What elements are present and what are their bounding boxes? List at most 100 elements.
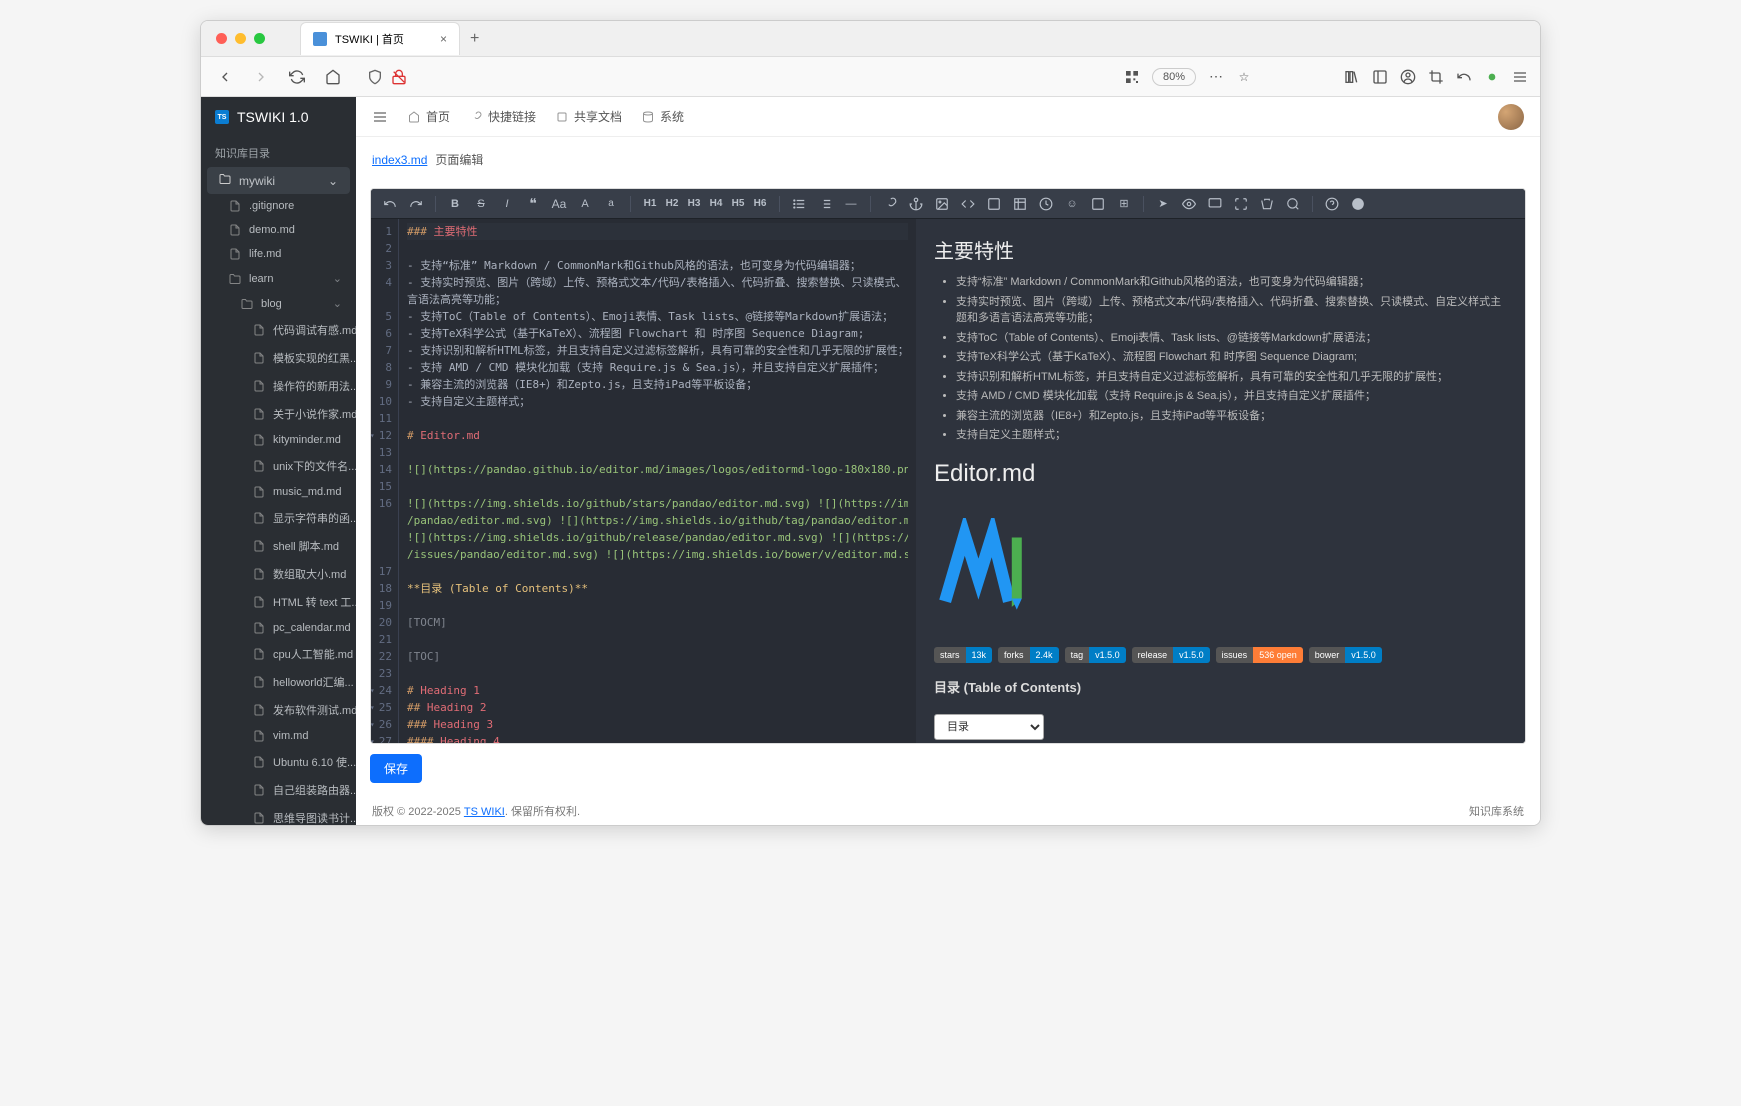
lock-icon[interactable] bbox=[391, 69, 407, 85]
code-line[interactable]: - 支持“标准” Markdown / CommonMark和Github风格的… bbox=[407, 257, 908, 274]
pagebreak-button[interactable]: ⊞ bbox=[1113, 193, 1135, 215]
tree-file[interactable]: 自己组装路由器... bbox=[201, 776, 356, 804]
code-line[interactable]: ### Heading 3 bbox=[407, 716, 908, 733]
heading-h6-button[interactable]: H6 bbox=[749, 193, 771, 215]
info-button[interactable] bbox=[1347, 193, 1369, 215]
code-line[interactable]: /issues/pandao/editor.md.svg) ![](https:… bbox=[407, 546, 908, 563]
code-line[interactable]: 言语法高亮等功能； bbox=[407, 291, 908, 308]
qr-icon[interactable] bbox=[1124, 69, 1140, 85]
breadcrumb-file-link[interactable]: index3.md bbox=[372, 153, 427, 167]
link-button[interactable] bbox=[879, 193, 901, 215]
tree-file[interactable]: 模板实现的红黑... bbox=[201, 344, 356, 372]
heading-h1-button[interactable]: H1 bbox=[639, 193, 661, 215]
search-button[interactable] bbox=[1282, 193, 1304, 215]
tree-file[interactable]: 操作符的新用法... bbox=[201, 372, 356, 400]
browser-tab[interactable]: TSWIKI | 首页 × bbox=[300, 22, 460, 55]
bookmark-icon[interactable]: ☆ bbox=[1236, 69, 1252, 85]
italic-button[interactable]: I bbox=[496, 193, 518, 215]
sidebar-icon[interactable] bbox=[1372, 69, 1388, 85]
quote-button[interactable]: ❝ bbox=[522, 193, 544, 215]
code-line[interactable]: ## Heading 2 bbox=[407, 699, 908, 716]
code-line[interactable]: ![](https://img.shields.io/github/releas… bbox=[407, 529, 908, 546]
nav-quicklink[interactable]: 快捷链接 bbox=[470, 108, 536, 125]
more-icon[interactable]: ⋯ bbox=[1208, 69, 1224, 85]
clear-button[interactable] bbox=[1256, 193, 1278, 215]
code-line[interactable]: - 支持识别和解析HTML标签，并且支持自定义过滤标签解析，具有可靠的安全性和几… bbox=[407, 342, 908, 359]
ul-button[interactable] bbox=[788, 193, 810, 215]
code-line[interactable]: - 支持自定义主题样式； bbox=[407, 393, 908, 410]
maximize-window-button[interactable] bbox=[254, 33, 265, 44]
code-line[interactable] bbox=[407, 563, 908, 580]
image-button[interactable] bbox=[931, 193, 953, 215]
nav-home[interactable]: 首页 bbox=[408, 108, 450, 125]
code-line[interactable]: /pandao/editor.md.svg) ![](https://img.s… bbox=[407, 512, 908, 529]
shield-icon[interactable] bbox=[367, 69, 383, 85]
anchor-button[interactable] bbox=[905, 193, 927, 215]
datetime-button[interactable] bbox=[1035, 193, 1057, 215]
heading-h4-button[interactable]: H4 bbox=[705, 193, 727, 215]
tree-folder[interactable]: learn⌄ bbox=[201, 266, 356, 291]
table-button[interactable] bbox=[1009, 193, 1031, 215]
tree-file[interactable]: 发布软件测试.md bbox=[201, 696, 356, 724]
code-line[interactable] bbox=[407, 444, 908, 461]
tree-file[interactable]: HTML 转 text 工... bbox=[201, 588, 356, 616]
code-line[interactable] bbox=[407, 240, 908, 257]
hamburger-icon[interactable] bbox=[372, 109, 388, 125]
code-line[interactable]: **目录 (Table of Contents)** bbox=[407, 580, 908, 597]
code-editor-pane[interactable]: 1234567891011▾121314151617181920212223▾2… bbox=[371, 219, 916, 743]
url-bar[interactable] bbox=[357, 63, 1112, 91]
extension-icon[interactable] bbox=[1484, 69, 1500, 85]
tree-file[interactable]: helloworld汇编... bbox=[201, 668, 356, 696]
help-button[interactable] bbox=[1321, 193, 1343, 215]
zoom-level[interactable]: 80% bbox=[1152, 68, 1196, 86]
lowercase-button[interactable]: a bbox=[600, 193, 622, 215]
tab-close-icon[interactable]: × bbox=[440, 32, 447, 46]
undo-button[interactable] bbox=[379, 193, 401, 215]
code-line[interactable] bbox=[407, 410, 908, 427]
close-window-button[interactable] bbox=[216, 33, 227, 44]
nav-share[interactable]: 共享文档 bbox=[556, 108, 622, 125]
account-icon[interactable] bbox=[1400, 69, 1416, 85]
watch-button[interactable] bbox=[1178, 193, 1200, 215]
new-tab-button[interactable]: + bbox=[470, 30, 479, 48]
nav-system[interactable]: 系统 bbox=[642, 108, 684, 125]
reload-button[interactable] bbox=[285, 65, 309, 89]
tree-file[interactable]: vim.md bbox=[201, 724, 356, 748]
forward-button[interactable] bbox=[249, 65, 273, 89]
code-line[interactable]: # Editor.md bbox=[407, 427, 908, 444]
tree-file[interactable]: cpu人工智能.md bbox=[201, 640, 356, 668]
menu-icon[interactable] bbox=[1512, 69, 1528, 85]
heading-h5-button[interactable]: H5 bbox=[727, 193, 749, 215]
crop-icon[interactable] bbox=[1428, 69, 1444, 85]
emoji-button[interactable]: ☺ bbox=[1061, 193, 1083, 215]
codeblock-button[interactable] bbox=[983, 193, 1005, 215]
library-icon[interactable] bbox=[1344, 69, 1360, 85]
code-line[interactable]: - 兼容主流的浏览器（IE8+）和Zepto.js，且支持iPad等平板设备； bbox=[407, 376, 908, 393]
code-line[interactable] bbox=[407, 631, 908, 648]
code-line[interactable]: - 支持 AMD / CMD 模块化加载（支持 Require.js & Sea… bbox=[407, 359, 908, 376]
tree-file[interactable]: music_md.md bbox=[201, 480, 356, 504]
code-line[interactable]: ![](https://pandao.github.io/editor.md/i… bbox=[407, 461, 908, 478]
code-line[interactable]: - 支持实时预览、图片（跨域）上传、预格式文本/代码/表格插入、代码折叠、搜索替… bbox=[407, 274, 908, 291]
sidebar-root-folder[interactable]: mywiki ⌄ bbox=[207, 167, 350, 194]
tree-file[interactable]: shell 脚本.md bbox=[201, 532, 356, 560]
home-button[interactable] bbox=[321, 65, 345, 89]
tree-file[interactable]: 关于小说作家.md bbox=[201, 400, 356, 428]
fullscreen-button[interactable] bbox=[1230, 193, 1252, 215]
code-line[interactable]: ![](https://img.shields.io/github/stars/… bbox=[407, 495, 908, 512]
tree-file[interactable]: 数组取大小.md bbox=[201, 560, 356, 588]
hr-button[interactable]: — bbox=[840, 193, 862, 215]
tree-folder[interactable]: blog⌄ bbox=[201, 291, 356, 316]
tree-file[interactable]: 显示字符串的函... bbox=[201, 504, 356, 532]
tree-file[interactable]: .gitignore bbox=[201, 194, 356, 218]
tree-file[interactable]: life.md bbox=[201, 242, 356, 266]
tree-file[interactable]: Ubuntu 6.10 使... bbox=[201, 748, 356, 776]
heading-h3-button[interactable]: H3 bbox=[683, 193, 705, 215]
strikethrough-button[interactable]: S bbox=[470, 193, 492, 215]
undo-icon[interactable] bbox=[1456, 69, 1472, 85]
ol-button[interactable] bbox=[814, 193, 836, 215]
code-line[interactable] bbox=[407, 665, 908, 682]
code-line[interactable] bbox=[407, 597, 908, 614]
tree-file[interactable]: kityminder.md bbox=[201, 428, 356, 452]
code-line[interactable]: [TOC] bbox=[407, 648, 908, 665]
